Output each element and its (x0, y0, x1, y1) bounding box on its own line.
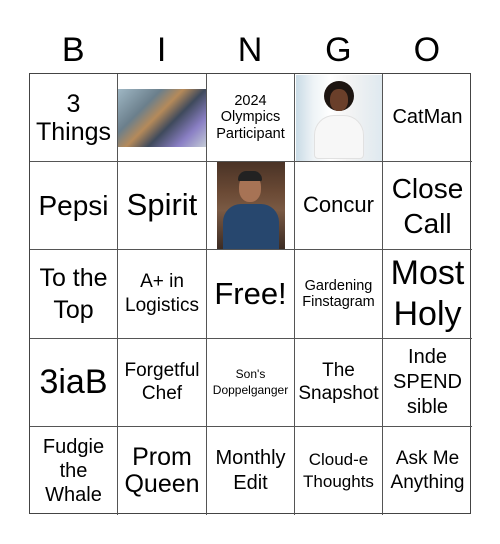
cell-text: A+ in Logistics (125, 271, 199, 316)
bingo-cell[interactable]: To the Top (30, 250, 118, 339)
header-letter-n: N (237, 31, 263, 69)
cell-text: Fudgie the Whale (42, 436, 105, 506)
bingo-cell[interactable]: Pepsi (30, 162, 118, 250)
cell-text: 3 Things (35, 89, 112, 146)
bingo-header: B I N G O (29, 28, 471, 72)
cell-text: Spirit (126, 187, 198, 223)
bingo-cell[interactable]: Gardening Finstagram (295, 250, 383, 339)
cell-text: 3iaB (39, 363, 108, 402)
cell-text: The Snapshot (298, 359, 379, 404)
bingo-cell[interactable]: 3iaB (30, 339, 118, 427)
cell-text: Close Call (391, 172, 464, 239)
bingo-cell[interactable]: 3 Things (30, 74, 118, 162)
header-letter-i: I (156, 31, 167, 69)
bingo-cell[interactable]: Monthly Edit (207, 427, 295, 515)
cell-text: Son's Doppelganger (212, 366, 289, 397)
bingo-board: 3 Things 2024 Olympics Participant CatMa… (29, 73, 472, 515)
bingo-cell[interactable]: The Snapshot (295, 339, 383, 427)
header-letter-b: B (61, 31, 85, 69)
cell-text: Forgetful Chef (124, 359, 200, 404)
bingo-cell[interactable]: Spirit (118, 162, 207, 250)
bingo-cell[interactable]: CatMan (383, 74, 472, 162)
cell-text: Inde SPEND sible (393, 346, 462, 418)
cell-text: Prom Queen (124, 442, 200, 498)
cell-text: To the Top (39, 263, 108, 325)
cell-text: 2024 Olympics Participant (216, 93, 285, 142)
bingo-cell[interactable]: Most Holy (383, 250, 472, 339)
cell-text: Monthly Edit (215, 447, 286, 494)
cell-text: Cloud-e Thoughts (303, 449, 374, 491)
cell-text: Pepsi (38, 189, 109, 221)
group-photo-image (118, 88, 206, 147)
header-letter-o: O (413, 31, 441, 69)
free-space[interactable]: Free! (207, 250, 295, 339)
bingo-cell[interactable]: Son's Doppelganger (207, 339, 295, 427)
cell-text: Concur (303, 192, 374, 218)
header-letter-g: G (325, 31, 352, 69)
cell-text: Most Holy (390, 254, 465, 333)
bingo-cell[interactable]: A+ in Logistics (118, 250, 207, 339)
bingo-cell[interactable]: Close Call (383, 162, 472, 250)
cell-text: Free! (214, 275, 287, 311)
cell-text: Ask Me Anything (390, 448, 465, 493)
bingo-cell[interactable]: Prom Queen (118, 427, 207, 515)
bingo-cell[interactable] (295, 74, 383, 162)
bingo-cell[interactable]: Inde SPEND sible (383, 339, 472, 427)
bingo-cell[interactable]: Concur (295, 162, 383, 250)
cell-text: CatMan (392, 106, 463, 129)
bingo-cell[interactable]: Forgetful Chef (118, 339, 207, 427)
man-portrait-image (216, 162, 285, 249)
woman-portrait-image (295, 74, 382, 161)
bingo-cell[interactable]: Fudgie the Whale (30, 427, 118, 515)
bingo-cell[interactable]: 2024 Olympics Participant (207, 74, 295, 162)
bingo-cell[interactable] (207, 162, 295, 250)
bingo-cell[interactable] (118, 74, 207, 162)
bingo-cell[interactable]: Ask Me Anything (383, 427, 472, 515)
cell-text: Gardening Finstagram (302, 277, 375, 310)
bingo-cell[interactable]: Cloud-e Thoughts (295, 427, 383, 515)
